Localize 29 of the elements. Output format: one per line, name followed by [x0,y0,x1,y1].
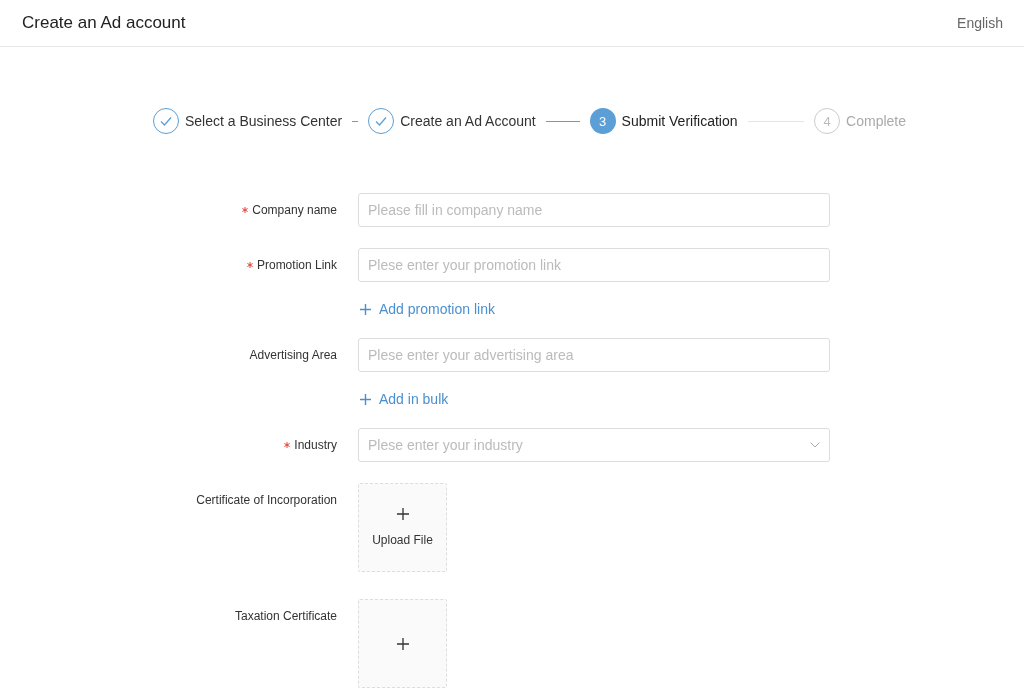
add-link[interactable]: Add in bulk [358,391,449,407]
page-title: Create an Ad account [22,13,186,33]
text-field[interactable]: Plese enter your advertising area [358,338,830,372]
chevron-down-icon [810,442,820,448]
field-label: Industry [294,438,337,452]
plus-icon [360,393,371,405]
field-label: Taxation Certificate [234,609,337,623]
field-label: Company name [252,203,337,217]
step-number: 3 [598,113,607,129]
step-label: Select a Business Center [185,113,343,129]
upload-button[interactable] [358,599,447,688]
plus-icon [396,508,409,520]
add-link[interactable]: Add promotion link [358,301,495,317]
check-icon [159,114,173,128]
field-label: Promotion Link [256,258,337,272]
step-label: Complete [846,113,906,129]
check-icon [374,114,389,128]
plus-icon [360,303,371,315]
text-field[interactable]: Please fill in company name [358,193,830,227]
plus-icon [396,637,409,650]
text-field[interactable]: Plese enter your promotion link [358,248,830,282]
step-number: 4 [823,113,831,129]
upload-button[interactable]: Upload File [358,483,447,572]
step-label: Submit Verification [621,113,738,129]
step-label: Create an Ad Account [400,113,536,129]
select-field[interactable]: Plese enter your industry [358,428,830,462]
field-label: Certificate of Incorporation [196,493,337,507]
field-label: Advertising Area [249,348,337,362]
language-link[interactable]: English [957,15,1003,31]
